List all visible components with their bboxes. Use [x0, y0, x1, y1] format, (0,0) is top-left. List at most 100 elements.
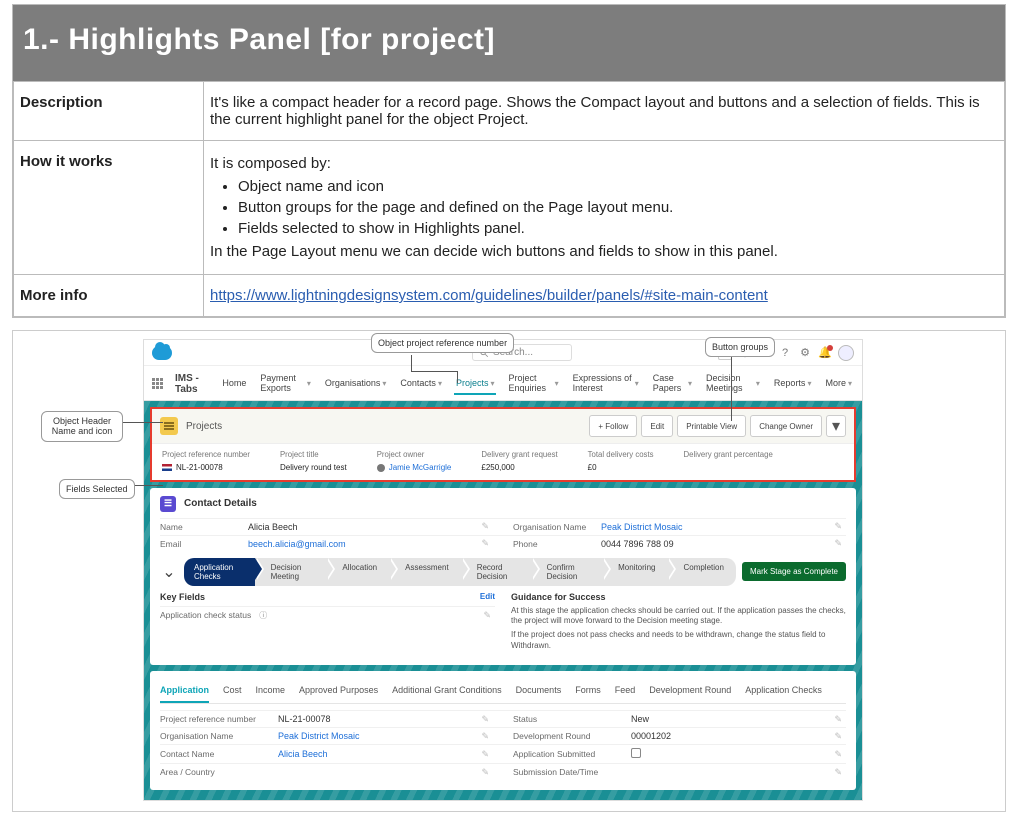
- more-info-label: More info: [14, 275, 204, 317]
- stage[interactable]: Completion: [667, 558, 735, 586]
- tab-income[interactable]: Income: [256, 679, 286, 703]
- field-label: Total delivery costs: [588, 450, 654, 459]
- key-fields-edit-link[interactable]: Edit: [480, 592, 495, 602]
- stage[interactable]: Confirm Decision: [531, 558, 603, 586]
- edit-pencil-icon[interactable]: ✎: [834, 767, 842, 778]
- key-fields: Key FieldsEdit Application check statusⓘ…: [160, 592, 495, 656]
- hp-field: Project owner Jamie McGarrigle: [377, 450, 452, 474]
- screenshot-panel: Object project reference number Button g…: [12, 330, 1006, 812]
- table-row: Contact NameAlicia Beech✎ Application Su…: [160, 744, 846, 763]
- edit-pencil-icon[interactable]: ✎: [481, 521, 489, 532]
- path-stages: Application Checks Decision Meeting Allo…: [184, 558, 736, 586]
- field-label: Project title: [280, 450, 347, 459]
- edit-pencil-icon[interactable]: ✎: [834, 714, 842, 725]
- table-row: Organisation NamePeak District Mosaic✎ D…: [160, 727, 846, 744]
- app-name: IMS - Tabs: [173, 368, 210, 400]
- owner-link[interactable]: Jamie McGarrigle: [377, 463, 452, 472]
- hp-field: Delivery grant request £250,000: [481, 450, 557, 474]
- page-background: Projects + Follow Edit Printable View Ch…: [144, 401, 862, 800]
- tab-forms[interactable]: Forms: [575, 679, 601, 703]
- edit-pencil-icon[interactable]: ✎: [481, 731, 489, 742]
- hp-field: Delivery grant percentage: [684, 450, 773, 474]
- callout-line: [731, 353, 732, 421]
- more-info-link[interactable]: https://www.lightningdesignsystem.com/gu…: [210, 287, 768, 304]
- path-component: ⌄ Application Checks Decision Meeting Al…: [160, 558, 846, 586]
- how-outro: In the Page Layout menu we can decide wi…: [210, 243, 998, 260]
- edit-pencil-icon[interactable]: ✎: [481, 767, 489, 778]
- nav-eoi[interactable]: Expressions of Interest▾: [571, 368, 641, 400]
- edit-pencil-icon[interactable]: ✎: [483, 610, 491, 621]
- org-link[interactable]: Peak District Mosaic: [601, 522, 846, 532]
- email-link[interactable]: beech.alicia@gmail.com: [248, 539, 493, 549]
- field-label: Project reference number: [160, 714, 270, 724]
- doc-title: 1.- Highlights Panel [for project]: [23, 23, 995, 57]
- stage[interactable]: Monitoring: [602, 558, 667, 586]
- edit-pencil-icon[interactable]: ✎: [834, 521, 842, 532]
- app-launcher-icon[interactable]: [152, 378, 163, 390]
- stage[interactable]: Allocation: [326, 558, 389, 586]
- nav-decision-meetings[interactable]: Decision Meetings▾: [704, 368, 762, 400]
- nav-contacts[interactable]: Contacts▾: [398, 373, 444, 395]
- nav-organisations[interactable]: Organisations▾: [323, 373, 389, 395]
- tab-additional-grant[interactable]: Additional Grant Conditions: [392, 679, 502, 703]
- chevron-down-icon: ▾: [438, 379, 442, 388]
- tab-feed[interactable]: Feed: [615, 679, 636, 703]
- chevron-down-icon: ▾: [490, 379, 494, 388]
- tab-app-checks[interactable]: Application Checks: [745, 679, 822, 703]
- nav-more[interactable]: More▾: [823, 373, 854, 395]
- table-row: Area / Country✎ Submission Date/Time✎: [160, 763, 846, 780]
- contact-link[interactable]: Alicia Beech: [278, 749, 493, 759]
- description-label: Description: [14, 82, 204, 141]
- nav-projects[interactable]: Projects▾: [454, 373, 497, 395]
- checkbox-icon[interactable]: [631, 748, 641, 758]
- edit-pencil-icon[interactable]: ✎: [481, 714, 489, 725]
- help-icon[interactable]: ?: [778, 346, 792, 360]
- field-label: Organisation Name: [160, 731, 270, 741]
- follow-button[interactable]: + Follow: [589, 415, 637, 437]
- stage[interactable]: Application Checks: [184, 558, 255, 586]
- change-owner-button[interactable]: Change Owner: [750, 415, 822, 437]
- tab-approved-purposes[interactable]: Approved Purposes: [299, 679, 378, 703]
- how-list: Object name and icon Button groups for t…: [238, 176, 998, 239]
- stage[interactable]: Record Decision: [461, 558, 531, 586]
- table-row: NameAlicia Beech✎ Organisation NamePeak …: [160, 518, 846, 535]
- path-toggle-icon[interactable]: ⌄: [160, 563, 178, 581]
- hp-field: Project reference number NL-21-00078: [162, 450, 250, 474]
- record-tabs: Application Cost Income Approved Purpose…: [160, 679, 846, 704]
- salesforce-logo-icon: [152, 346, 172, 360]
- edit-pencil-icon[interactable]: ✎: [481, 538, 489, 549]
- edit-pencil-icon[interactable]: ✎: [834, 749, 842, 760]
- tab-cost[interactable]: Cost: [223, 679, 242, 703]
- nav-case-papers[interactable]: Case Papers▾: [651, 368, 694, 400]
- printable-view-button[interactable]: Printable View: [677, 415, 746, 437]
- chevron-down-icon: ▾: [807, 379, 811, 388]
- chevron-down-icon: ▾: [635, 379, 639, 388]
- info-icon[interactable]: ⓘ: [259, 610, 267, 621]
- callout-fields: Fields Selected: [59, 479, 135, 499]
- tab-documents[interactable]: Documents: [516, 679, 562, 703]
- actions-overflow-button[interactable]: ▾: [826, 415, 846, 437]
- field-value: NL-21-00078: [278, 714, 493, 724]
- edit-pencil-icon[interactable]: ✎: [834, 731, 842, 742]
- org-link[interactable]: Peak District Mosaic: [278, 731, 493, 741]
- mark-complete-button[interactable]: Mark Stage as Complete: [742, 562, 846, 581]
- setup-gear-icon[interactable]: ⚙: [798, 346, 812, 360]
- edit-pencil-icon[interactable]: ✎: [481, 749, 489, 760]
- nav-reports[interactable]: Reports▾: [772, 373, 814, 395]
- notifications-bell-icon[interactable]: 🔔: [818, 346, 832, 360]
- stage[interactable]: Decision Meeting: [255, 558, 327, 586]
- nav-payment-exports[interactable]: Payment Exports▾: [258, 368, 312, 400]
- salesforce-shell: Search... ★ ＋ ☁ ? ⚙ 🔔 IMS - Tabs: [143, 339, 863, 801]
- guidance-text: At this stage the application checks sho…: [511, 606, 846, 627]
- edit-pencil-icon[interactable]: ✎: [834, 538, 842, 549]
- highlights-panel: Projects + Follow Edit Printable View Ch…: [150, 407, 856, 482]
- nav-project-enquiries[interactable]: Project Enquiries▾: [506, 368, 560, 400]
- nav-home[interactable]: Home: [220, 373, 248, 395]
- hp-field: Project title Delivery round test: [280, 450, 347, 474]
- user-avatar-icon[interactable]: [838, 345, 854, 361]
- stage[interactable]: Assessment: [389, 558, 461, 586]
- callout-line: [123, 422, 163, 423]
- tab-dev-round[interactable]: Development Round: [649, 679, 731, 703]
- tab-application[interactable]: Application: [160, 679, 209, 703]
- edit-button[interactable]: Edit: [641, 415, 673, 437]
